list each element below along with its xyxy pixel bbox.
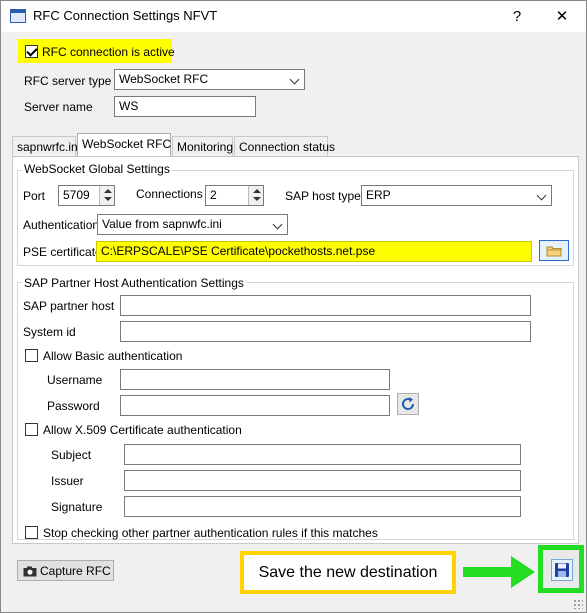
pse-certificate-label: PSE certificate [23, 245, 102, 259]
issuer-input[interactable] [124, 470, 521, 491]
rfc-settings-window: RFC Connection Settings NFVT ? ✕ RFC con… [0, 0, 587, 613]
issuer-label: Issuer [51, 474, 84, 488]
partner-host-input[interactable] [120, 295, 531, 316]
subject-label: Subject [51, 448, 92, 462]
system-id-label: System id [23, 325, 76, 339]
authentication-select[interactable]: Value from sapnwfc.ini [97, 214, 288, 235]
tab-monitoring[interactable]: Monitoring [172, 136, 233, 157]
tab-connection-status[interactable]: Connection status [234, 136, 335, 157]
folder-icon [546, 246, 562, 257]
basic-auth-checkbox[interactable] [25, 349, 38, 362]
partner-auth-title: SAP Partner Host Authentication Settings [22, 276, 246, 290]
x509-auth-label: Allow X.509 Certificate authentication [43, 423, 242, 437]
x509-auth-checkbox[interactable] [25, 423, 38, 436]
help-button[interactable]: ? [495, 1, 539, 32]
resize-grip[interactable] [573, 599, 583, 609]
authentication-value: Value from sapnwfc.ini [102, 217, 222, 231]
username-label: Username [47, 373, 103, 387]
authentication-label: Authentication [23, 218, 100, 232]
signature-label: Signature [51, 500, 103, 514]
browse-pse-button[interactable] [539, 240, 569, 261]
server-type-select[interactable]: WebSocket RFC [114, 69, 305, 90]
app-icon [10, 9, 26, 23]
connection-active-checkbox[interactable] [25, 45, 38, 58]
tab-sapnwrfc-ini[interactable]: sapnwrfc.ini [12, 136, 80, 157]
system-id-input[interactable] [120, 321, 531, 342]
save-button[interactable] [551, 559, 573, 581]
server-name-label: Server name [24, 100, 93, 114]
pse-certificate-input[interactable]: C:\ERPSCALE\PSE Certificate\pockethosts.… [96, 241, 532, 262]
window-title: RFC Connection Settings NFVT [33, 8, 218, 23]
connection-active-label: RFC connection is active [42, 45, 175, 59]
port-label: Port [23, 189, 46, 203]
port-spin-buttons[interactable] [99, 186, 114, 205]
server-name-input[interactable]: WS [114, 96, 256, 117]
camera-icon [23, 566, 37, 577]
connections-stepper[interactable]: 2 [205, 185, 264, 206]
tab-websocket-rfc[interactable]: WebSocket RFC [77, 133, 171, 157]
websocket-rfc-panel: WebSocket Global Settings Port 5709 Conn… [12, 156, 579, 544]
stop-checking-label: Stop checking other partner authenticati… [43, 526, 378, 540]
close-button[interactable]: ✕ [540, 1, 584, 32]
capture-rfc-button[interactable]: Capture RFC [17, 560, 114, 581]
subject-input[interactable] [124, 444, 521, 465]
port-value: 5709 [63, 188, 90, 202]
save-icon [555, 563, 569, 577]
password-input[interactable] [120, 395, 390, 416]
port-stepper[interactable]: 5709 [58, 185, 115, 206]
title-bar: RFC Connection Settings NFVT ? ✕ [1, 1, 586, 32]
refresh-password-button[interactable] [397, 393, 419, 415]
connections-spin-buttons[interactable] [248, 186, 263, 205]
global-settings-title: WebSocket Global Settings [22, 162, 172, 176]
save-highlight-frame [538, 545, 584, 593]
server-type-value: WebSocket RFC [119, 72, 209, 86]
callout-arrow-shaft [463, 567, 515, 577]
chevron-down-icon [536, 190, 547, 201]
refresh-icon [402, 397, 415, 410]
callout-arrow-icon [511, 556, 535, 588]
username-input[interactable] [120, 369, 390, 390]
host-type-label: SAP host type [285, 189, 361, 203]
signature-input[interactable] [124, 496, 521, 517]
chevron-down-icon [289, 74, 300, 85]
save-callout: Save the new destination [240, 551, 456, 594]
server-type-label: RFC server type [24, 74, 112, 88]
partner-host-label: SAP partner host [23, 299, 115, 313]
stop-checking-checkbox[interactable] [25, 526, 38, 539]
host-type-select[interactable]: ERP [361, 185, 552, 206]
host-type-value: ERP [366, 188, 391, 202]
capture-rfc-label: Capture RFC [40, 564, 111, 578]
basic-auth-label: Allow Basic authentication [43, 349, 183, 363]
password-label: Password [47, 399, 100, 413]
connections-label: Connections [136, 187, 203, 201]
connections-value: 2 [210, 188, 217, 202]
chevron-down-icon [272, 219, 283, 230]
